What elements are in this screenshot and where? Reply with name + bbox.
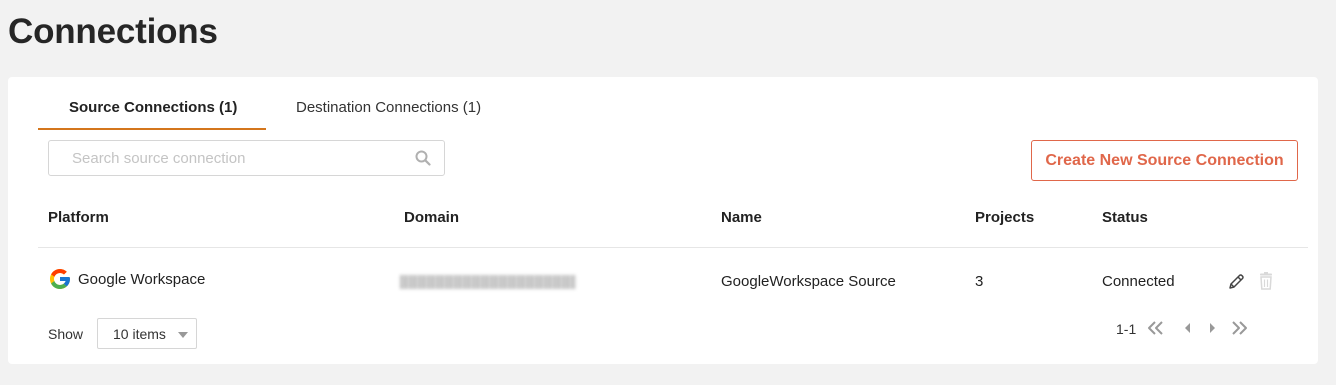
projects-cell: 3 — [975, 273, 984, 290]
column-header-platform: Platform — [48, 209, 109, 226]
first-page-icon[interactable] — [1147, 320, 1165, 336]
status-cell: Connected — [1102, 273, 1175, 290]
platform-cell: Google Workspace — [48, 267, 205, 291]
show-label: Show — [48, 326, 84, 342]
caret-down-icon — [178, 332, 188, 338]
platform-label: Google Workspace — [78, 270, 206, 288]
trash-icon[interactable] — [1258, 272, 1274, 290]
page-size-value: 10 items — [113, 326, 166, 342]
column-header-status: Status — [1102, 209, 1148, 226]
edit-pencil-icon[interactable] — [1227, 273, 1245, 291]
page-size-select[interactable]: 10 items — [97, 318, 197, 349]
tab-destination-connections[interactable]: Destination Connections (1) — [296, 99, 481, 116]
column-header-domain: Domain — [404, 209, 460, 226]
google-logo-icon — [50, 269, 70, 289]
name-cell: GoogleWorkspace Source — [721, 273, 896, 290]
connections-card: Source Connections (1) Destination Conne… — [8, 77, 1318, 364]
domain-cell — [400, 275, 576, 293]
search-box — [48, 140, 445, 176]
tab-source-connections[interactable]: Source Connections (1) — [69, 99, 237, 116]
table-row: Google Workspace GoogleWorkspace Source … — [8, 248, 1318, 314]
prev-page-icon[interactable] — [1179, 320, 1197, 336]
column-header-projects: Projects — [975, 209, 1035, 226]
active-tab-indicator — [38, 128, 266, 130]
blurred-domain-text — [400, 275, 576, 289]
create-new-source-connection-button[interactable]: Create New Source Connection — [1031, 140, 1298, 181]
page-range: 1-1 — [1116, 321, 1137, 337]
page-title: Connections — [8, 12, 218, 51]
search-icon[interactable] — [415, 150, 431, 166]
column-header-name: Name — [721, 209, 762, 226]
connection-tabs: Source Connections (1) Destination Conne… — [38, 77, 518, 130]
last-page-icon[interactable] — [1230, 320, 1248, 336]
next-page-icon[interactable] — [1203, 320, 1221, 336]
search-input[interactable] — [49, 141, 409, 175]
